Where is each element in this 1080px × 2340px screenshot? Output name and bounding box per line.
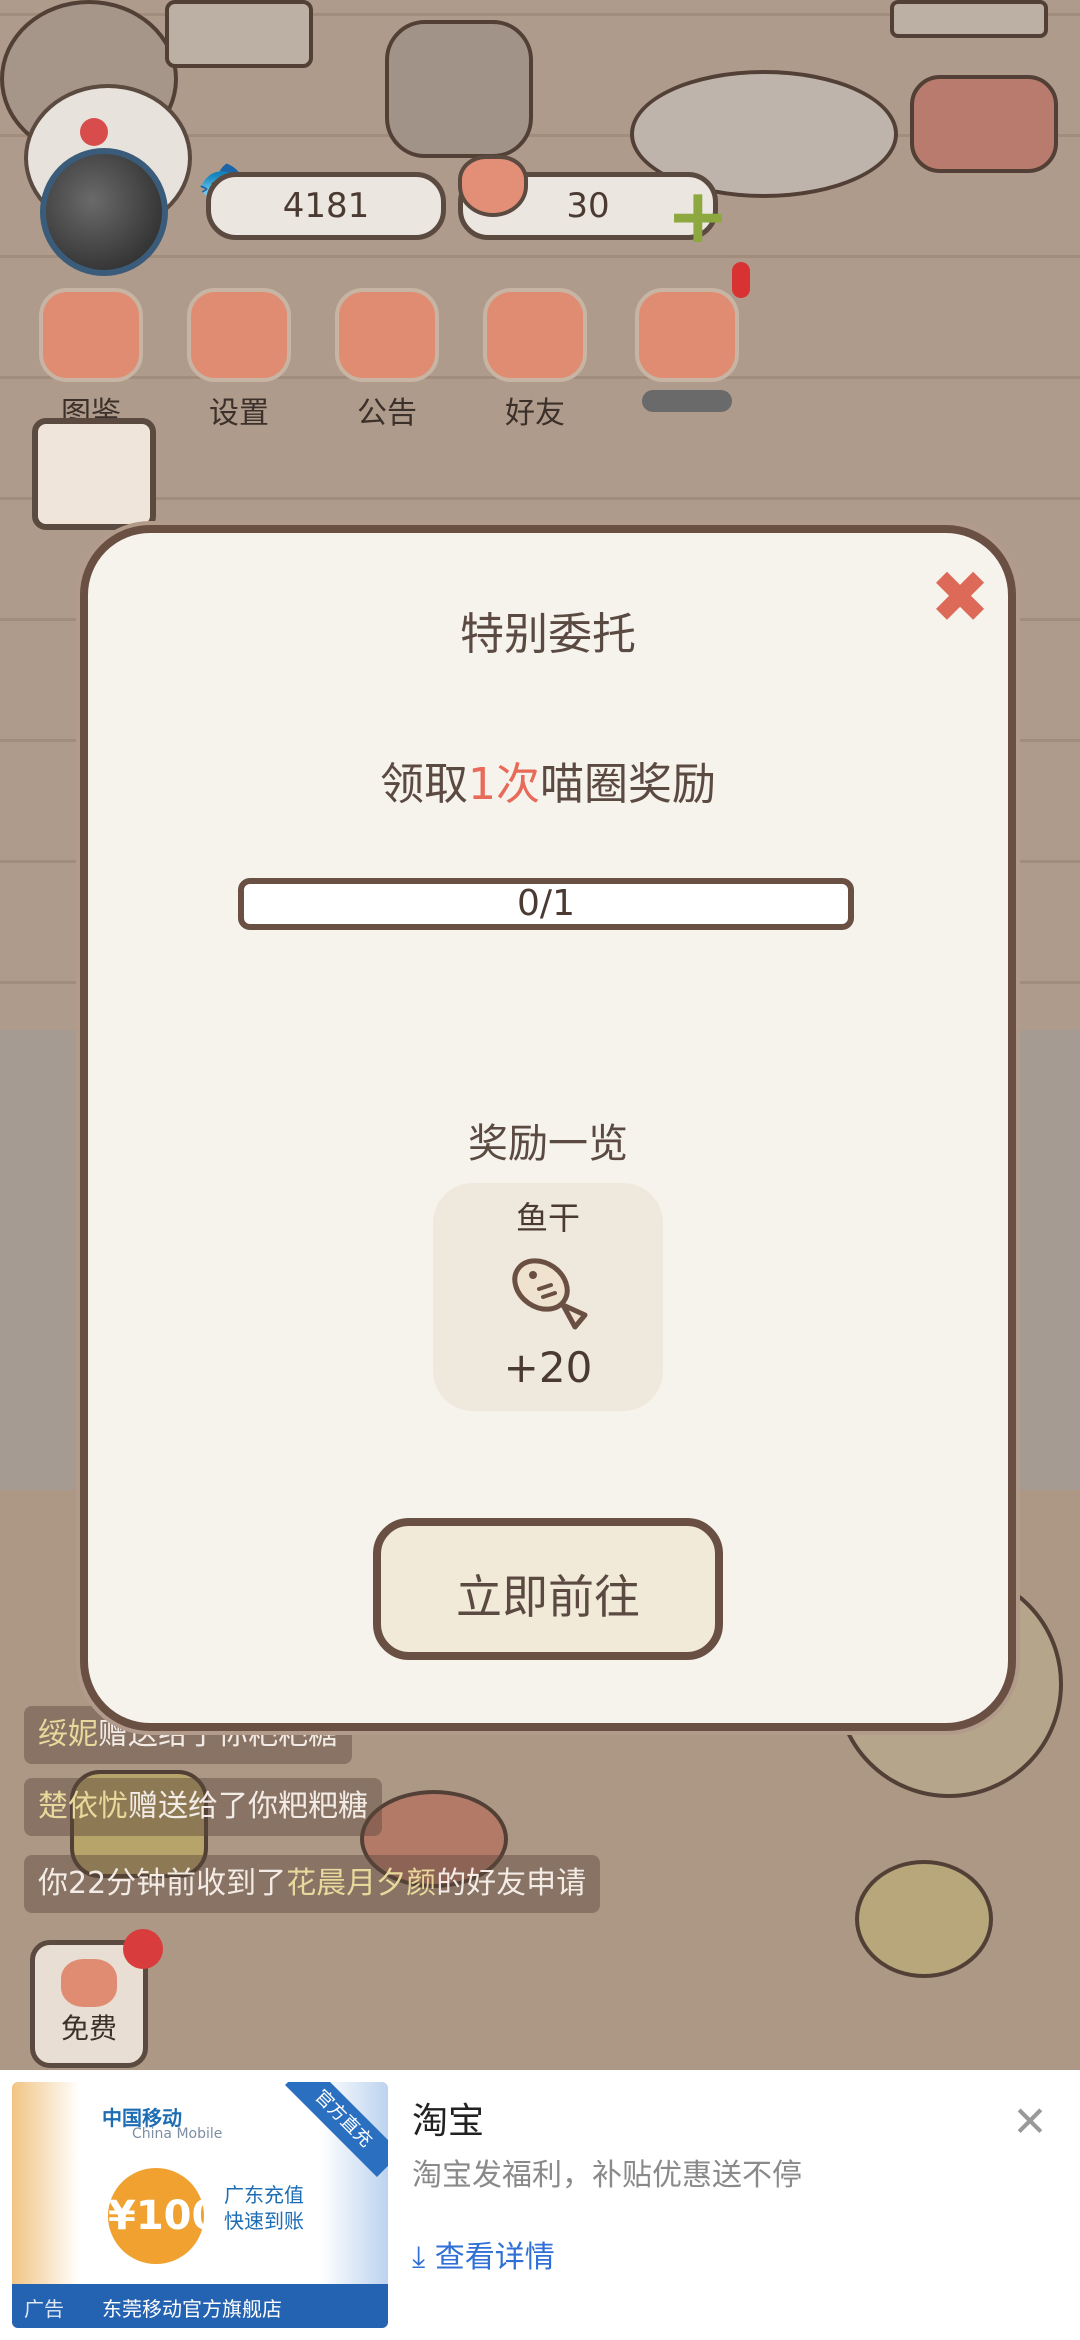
free-gift-button[interactable]: 免费 bbox=[30, 1929, 163, 2068]
store-name: 东莞移动官方旗舰店 bbox=[102, 2297, 282, 2321]
calendar-icon[interactable] bbox=[32, 418, 156, 530]
ad-image[interactable]: 中国移动 China Mobile 官方直充 ¥100 广东充值 快速到账 广告 … bbox=[12, 2082, 388, 2328]
chat-prefix: 你22分钟前收到了 bbox=[38, 1866, 287, 1901]
notification-dot bbox=[123, 1929, 163, 1969]
ad-tag: 广告 bbox=[24, 2297, 64, 2321]
friends-label: 好友 bbox=[505, 396, 565, 431]
gift-icon bbox=[335, 288, 439, 382]
task-prefix: 领取 bbox=[380, 759, 468, 810]
settings-button[interactable]: 设置 bbox=[184, 288, 294, 432]
task-suffix: 喵圈奖励 bbox=[540, 759, 716, 810]
promo-line2: 快速到账 bbox=[224, 2209, 304, 2233]
view-details-label: 查看详情 bbox=[434, 2240, 555, 2275]
task-progress-bar: 0/1 bbox=[238, 878, 854, 930]
task-count: 1次 bbox=[468, 759, 540, 810]
catalog-button[interactable]: 图鉴 bbox=[36, 288, 146, 432]
reward-name: 鱼干 bbox=[515, 1199, 580, 1237]
chat-sender: 绥妮 bbox=[38, 1717, 98, 1752]
heart-currency-icon bbox=[458, 155, 528, 217]
hearts-button[interactable] bbox=[632, 288, 742, 412]
promo-line1: 广东充值 bbox=[224, 2183, 304, 2207]
ad-title: 淘宝 bbox=[412, 2101, 485, 2142]
chat-text: 赠送给了你粑粑糖 bbox=[128, 1789, 368, 1824]
progress-text: 0/1 bbox=[517, 883, 575, 924]
announcement-button[interactable]: 公告 bbox=[332, 288, 442, 432]
chat-suffix: 的好友申请 bbox=[436, 1866, 587, 1901]
friends-icon bbox=[483, 288, 587, 382]
cat-book-icon bbox=[39, 288, 143, 382]
chat-message: 楚依忧赠送给了你粑粑糖 bbox=[24, 1778, 382, 1836]
player-avatar[interactable] bbox=[40, 148, 168, 276]
go-now-button[interactable]: 立即前往 bbox=[373, 1518, 723, 1660]
chat-message: 你22分钟前收到了花晨月夕颜的好友申请 bbox=[24, 1855, 601, 1913]
heart-icon bbox=[61, 1959, 117, 2007]
close-ad-icon[interactable]: ✕ bbox=[1010, 2101, 1050, 2143]
ad-banner[interactable]: 中国移动 China Mobile 官方直充 ¥100 广东充值 快速到账 广告 … bbox=[0, 2070, 1080, 2340]
promo-text: 广东充值 快速到账 bbox=[224, 2182, 304, 2234]
china-mobile-english: China Mobile bbox=[132, 2126, 223, 2142]
special-commission-dialog: ✖ 特别委托 领取1次喵圈奖励 0/1 奖励一览 鱼干 +20 立即前往 bbox=[80, 525, 1016, 1731]
official-recharge-ribbon: 官方直充 bbox=[285, 2082, 388, 2177]
reward-amount: +20 bbox=[503, 1343, 593, 1392]
announcement-label: 公告 bbox=[357, 396, 417, 431]
coin-100-badge: ¥100 bbox=[108, 2168, 219, 2264]
download-icon: ⤓ bbox=[412, 2240, 435, 2275]
chat-sender: 楚依忧 bbox=[38, 1789, 128, 1824]
free-label: 免费 bbox=[60, 2012, 117, 2045]
rewards-title: 奖励一览 bbox=[468, 1121, 628, 1167]
gear-icon bbox=[187, 288, 291, 382]
friends-button[interactable]: 好友 bbox=[480, 288, 590, 432]
reward-card: 鱼干 +20 bbox=[433, 1183, 663, 1411]
settings-label: 设置 bbox=[209, 396, 269, 431]
fish-icon bbox=[433, 1245, 663, 1339]
ad-description: 淘宝发福利，补贴优惠送不停 bbox=[412, 2158, 802, 2193]
add-currency-plus-icon[interactable]: + bbox=[666, 178, 730, 254]
hearts-bar bbox=[642, 390, 732, 412]
dialog-title: 特别委托 bbox=[460, 609, 636, 660]
snowman-nose bbox=[80, 118, 108, 146]
fish-counter: 4181 bbox=[206, 172, 446, 240]
view-details-link[interactable]: ⤓ 查看详情 bbox=[412, 2232, 555, 2276]
chat-sender: 花晨月夕颜 bbox=[286, 1866, 437, 1901]
notification-badge bbox=[732, 262, 750, 298]
hearts-icon bbox=[635, 288, 739, 382]
task-description: 领取1次喵圈奖励 bbox=[88, 748, 1008, 812]
